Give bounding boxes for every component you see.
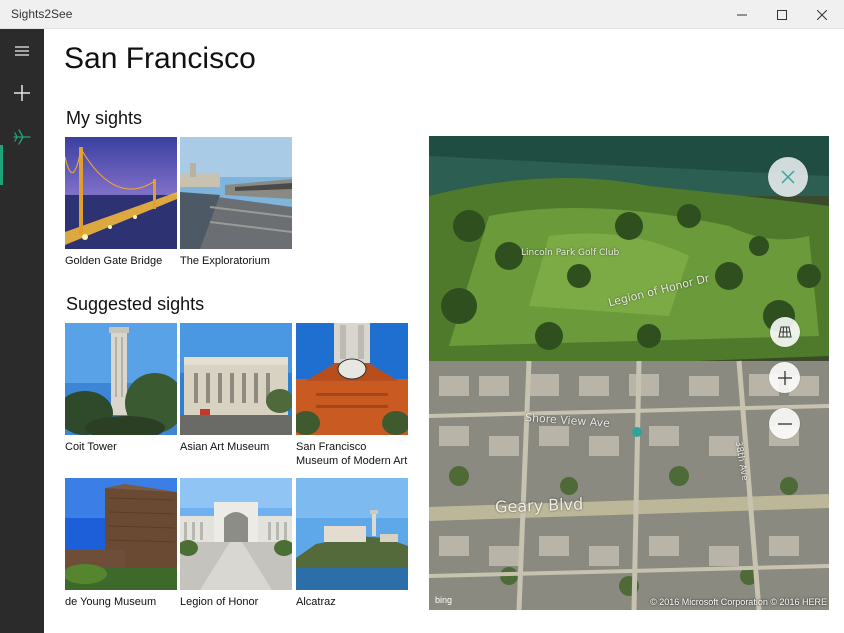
- sight-tile-sfmoma[interactable]: San Francisco Museum of Modern Art: [296, 323, 408, 468]
- suggested-sights-heading: Suggested sights: [66, 294, 205, 314]
- sight-tile-legion-of-honor[interactable]: Legion of Honor: [180, 478, 292, 609]
- de-young-museum-image: [65, 478, 177, 590]
- asian-art-museum-image: [180, 323, 292, 435]
- sight-tile-exploratorium[interactable]: The Exploratorium: [180, 137, 292, 268]
- zoom-out-icon: [777, 422, 792, 425]
- sight-tile-coit-tower[interactable]: Coit Tower: [65, 323, 177, 454]
- legion-of-honor-image: [180, 478, 292, 590]
- sight-tile-alcatraz[interactable]: Alcatraz: [296, 478, 408, 609]
- close-button[interactable]: [800, 0, 844, 29]
- airplane-icon: [13, 129, 31, 145]
- sight-tile-asian-art-museum[interactable]: Asian Art Museum: [180, 323, 292, 454]
- trips-button[interactable]: [0, 117, 44, 157]
- map-view[interactable]: Lincoln Park Golf Club Legion of Honor D…: [429, 136, 829, 610]
- nav-rail: [0, 29, 44, 633]
- sight-tile-golden-gate[interactable]: Golden Gate Bridge: [65, 137, 177, 268]
- zoom-in-icon: [777, 370, 792, 385]
- map-close-button[interactable]: [768, 157, 808, 197]
- exploratorium-image: [180, 137, 292, 249]
- sight-label: Legion of Honor: [180, 596, 259, 608]
- sight-label: Coit Tower: [65, 441, 117, 453]
- my-sights-heading: My sights: [66, 108, 143, 128]
- close-icon: [817, 9, 827, 20]
- minimize-icon: [737, 14, 747, 15]
- sight-label: de Young Museum: [65, 596, 157, 608]
- map-layers-button[interactable]: [770, 317, 800, 347]
- sight-label: Alcatraz: [296, 596, 336, 608]
- alcatraz-image: [296, 478, 408, 590]
- bing-logo: bing: [435, 595, 453, 605]
- sight-tile-de-young[interactable]: de Young Museum: [65, 478, 177, 609]
- sight-label: Golden Gate Bridge: [65, 255, 163, 267]
- sight-label: Asian Art Museum: [180, 441, 270, 453]
- coit-tower-image: [65, 323, 177, 435]
- map-copyright: © 2016 Microsoft Corporation © 2016 HERE: [650, 597, 827, 607]
- layers-icon: [778, 326, 792, 338]
- sfmoma-image: [296, 323, 408, 435]
- plus-icon: [14, 85, 30, 101]
- sight-label: San Francisco Museum of Modern Art: [296, 441, 408, 467]
- minimize-button[interactable]: [720, 0, 764, 29]
- map-label-geary: Geary Blvd: [494, 494, 584, 517]
- maximize-button[interactable]: [760, 0, 804, 29]
- hamburger-icon: [15, 46, 29, 56]
- hamburger-menu-button[interactable]: [0, 31, 44, 71]
- page-title: San Francisco: [64, 42, 256, 75]
- sight-label: The Exploratorium: [180, 255, 270, 267]
- zoom-in-button[interactable]: [769, 362, 800, 393]
- map-label-golf: Lincoln Park Golf Club: [521, 248, 620, 258]
- zoom-out-button[interactable]: [769, 408, 800, 439]
- app-title: Sights2See: [11, 7, 73, 21]
- title-bar: Sights2See: [0, 0, 844, 29]
- golden-gate-bridge-image: [65, 137, 177, 249]
- add-button[interactable]: [0, 73, 44, 113]
- close-icon: [781, 170, 795, 184]
- maximize-icon: [777, 9, 787, 20]
